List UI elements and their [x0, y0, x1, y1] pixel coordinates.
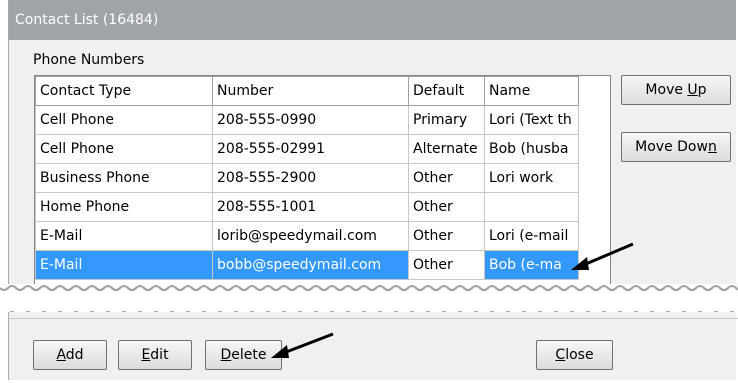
edit-label-rest: dit [150, 347, 169, 363]
torn-edge-divider [0, 284, 738, 312]
cell-number[interactable]: bobb@speedymail.com [212, 250, 409, 280]
cell-contact-type[interactable]: Home Phone [35, 192, 213, 222]
header-row: Contact Type Number Default Name [35, 76, 579, 106]
close-label-rest: lose [565, 347, 594, 363]
column-header-name[interactable]: Name [484, 76, 579, 106]
cell-default[interactable]: Primary [408, 105, 485, 135]
phone-numbers-label: Phone Numbers [33, 52, 145, 68]
arrow-icon [271, 332, 334, 358]
add-button[interactable]: Add [33, 340, 107, 370]
cell-number[interactable]: 208-555-0990 [212, 105, 409, 135]
move-down-button[interactable]: Move Down [621, 132, 731, 162]
column-header-default[interactable]: Default [408, 76, 485, 106]
edit-button[interactable]: Edit [118, 340, 192, 370]
delete-label-rest: elete [231, 347, 267, 363]
add-label-rest: dd [65, 347, 84, 363]
cell-contact-type[interactable]: E-Mail [35, 221, 213, 251]
phone-numbers-table: Contact Type Number Default Name Cell Ph… [35, 76, 579, 280]
column-header-number[interactable]: Number [212, 76, 409, 106]
cell-contact-type[interactable]: Cell Phone [35, 134, 213, 164]
contact-list-window: Contact List (16484) Phone Numbers Conta… [8, 0, 736, 380]
move-up-access-key: U [687, 82, 698, 98]
cell-contact-type[interactable]: Cell Phone [35, 105, 213, 135]
delete-access-key: D [220, 347, 232, 363]
cell-contact-type[interactable]: E-Mail [35, 250, 213, 280]
edit-access-key: E [141, 347, 151, 363]
lower-panel-edge [8, 318, 738, 319]
cell-default[interactable]: Other [408, 221, 485, 251]
cell-name[interactable]: Bob (husba [484, 134, 579, 164]
arrow-icon [571, 242, 634, 270]
add-access-key: A [56, 347, 66, 363]
move-up-label: Move [645, 82, 688, 98]
move-up-label-rest: p [697, 82, 707, 98]
move-down-access-key: n [707, 139, 717, 155]
cell-number[interactable]: lorib@speedymail.com [212, 221, 409, 251]
table-row-selected[interactable]: E-Mail bobb@speedymail.com Other Bob (e-… [35, 250, 579, 280]
cell-name[interactable] [484, 192, 579, 222]
table-row[interactable]: Cell Phone 208-555-0990 Primary Lori (Te… [35, 105, 579, 135]
close-access-key: C [555, 347, 566, 363]
cell-number[interactable]: 208-555-02991 [212, 134, 409, 164]
phone-numbers-grid[interactable]: Contact Type Number Default Name Cell Ph… [34, 75, 611, 305]
table-row[interactable]: E-Mail lorib@speedymail.com Other Lori (… [35, 221, 579, 251]
move-down-label: Move Dow [635, 139, 708, 155]
cell-default[interactable]: Alternate [408, 134, 485, 164]
cell-name[interactable]: Lori (Text th [484, 105, 579, 135]
cell-default[interactable]: Other [408, 192, 485, 222]
cell-number[interactable]: 208-555-2900 [212, 163, 409, 193]
column-header-contact-type[interactable]: Contact Type [35, 76, 213, 106]
table-row[interactable]: Cell Phone 208-555-02991 Alternate Bob (… [35, 134, 579, 164]
close-button[interactable]: Close [536, 340, 613, 370]
table-row[interactable]: Business Phone 208-555-2900 Other Lori w… [35, 163, 579, 193]
move-up-button[interactable]: Move Up [621, 75, 731, 105]
table-row[interactable]: Home Phone 208-555-1001 Other [35, 192, 579, 222]
cell-name[interactable]: Lori work [484, 163, 579, 193]
cell-number[interactable]: 208-555-1001 [212, 192, 409, 222]
window-title: Contact List (16484) [9, 0, 736, 40]
cell-default[interactable]: Other [408, 250, 485, 280]
cell-default[interactable]: Other [408, 163, 485, 193]
cell-contact-type[interactable]: Business Phone [35, 163, 213, 193]
